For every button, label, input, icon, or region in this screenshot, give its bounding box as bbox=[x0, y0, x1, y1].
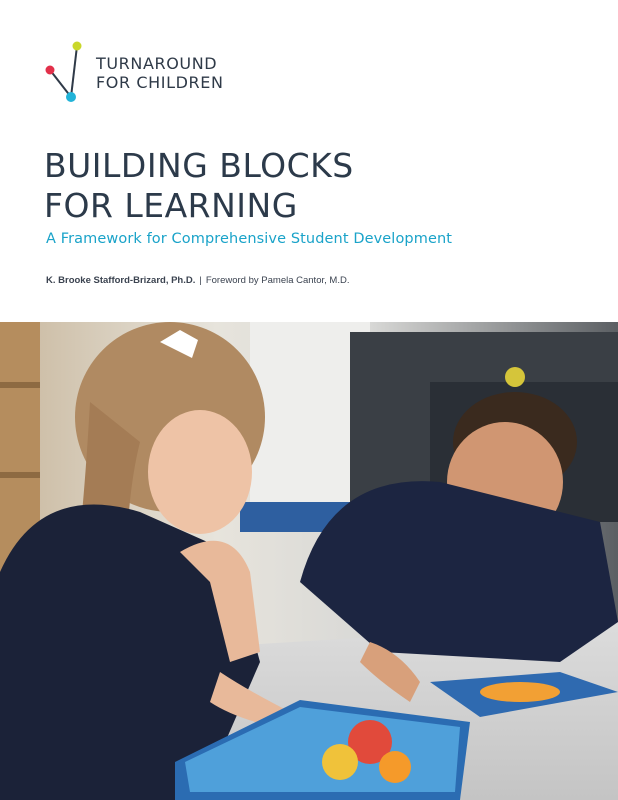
foreword-credit: Foreword by Pamela Cantor, M.D. bbox=[205, 275, 350, 286]
logo-mark-icon bbox=[45, 41, 82, 102]
title-line-1: BUILDING BLOCKS bbox=[44, 146, 354, 185]
logo-line-1: TURNAROUND bbox=[96, 54, 218, 73]
byline-separator: | bbox=[199, 275, 202, 286]
author-name: K. Brooke Stafford-Brizard, Ph.D. bbox=[46, 275, 196, 286]
cover-photo bbox=[0, 322, 618, 800]
turnaround-logo: TURNAROUND FOR CHILDREN bbox=[44, 40, 244, 104]
logo-wordmark: TURNAROUND FOR CHILDREN bbox=[96, 54, 224, 92]
logo-line-2: FOR CHILDREN bbox=[96, 73, 224, 92]
document-title: BUILDING BLOCKS FOR LEARNING bbox=[44, 146, 354, 226]
title-line-2: FOR LEARNING bbox=[44, 186, 298, 225]
byline: K. Brooke Stafford-Brizard, Ph.D. | Forewo… bbox=[46, 275, 349, 286]
children-reading-illustration bbox=[0, 322, 618, 800]
document-subtitle: A Framework for Comprehensive Student De… bbox=[46, 231, 453, 247]
